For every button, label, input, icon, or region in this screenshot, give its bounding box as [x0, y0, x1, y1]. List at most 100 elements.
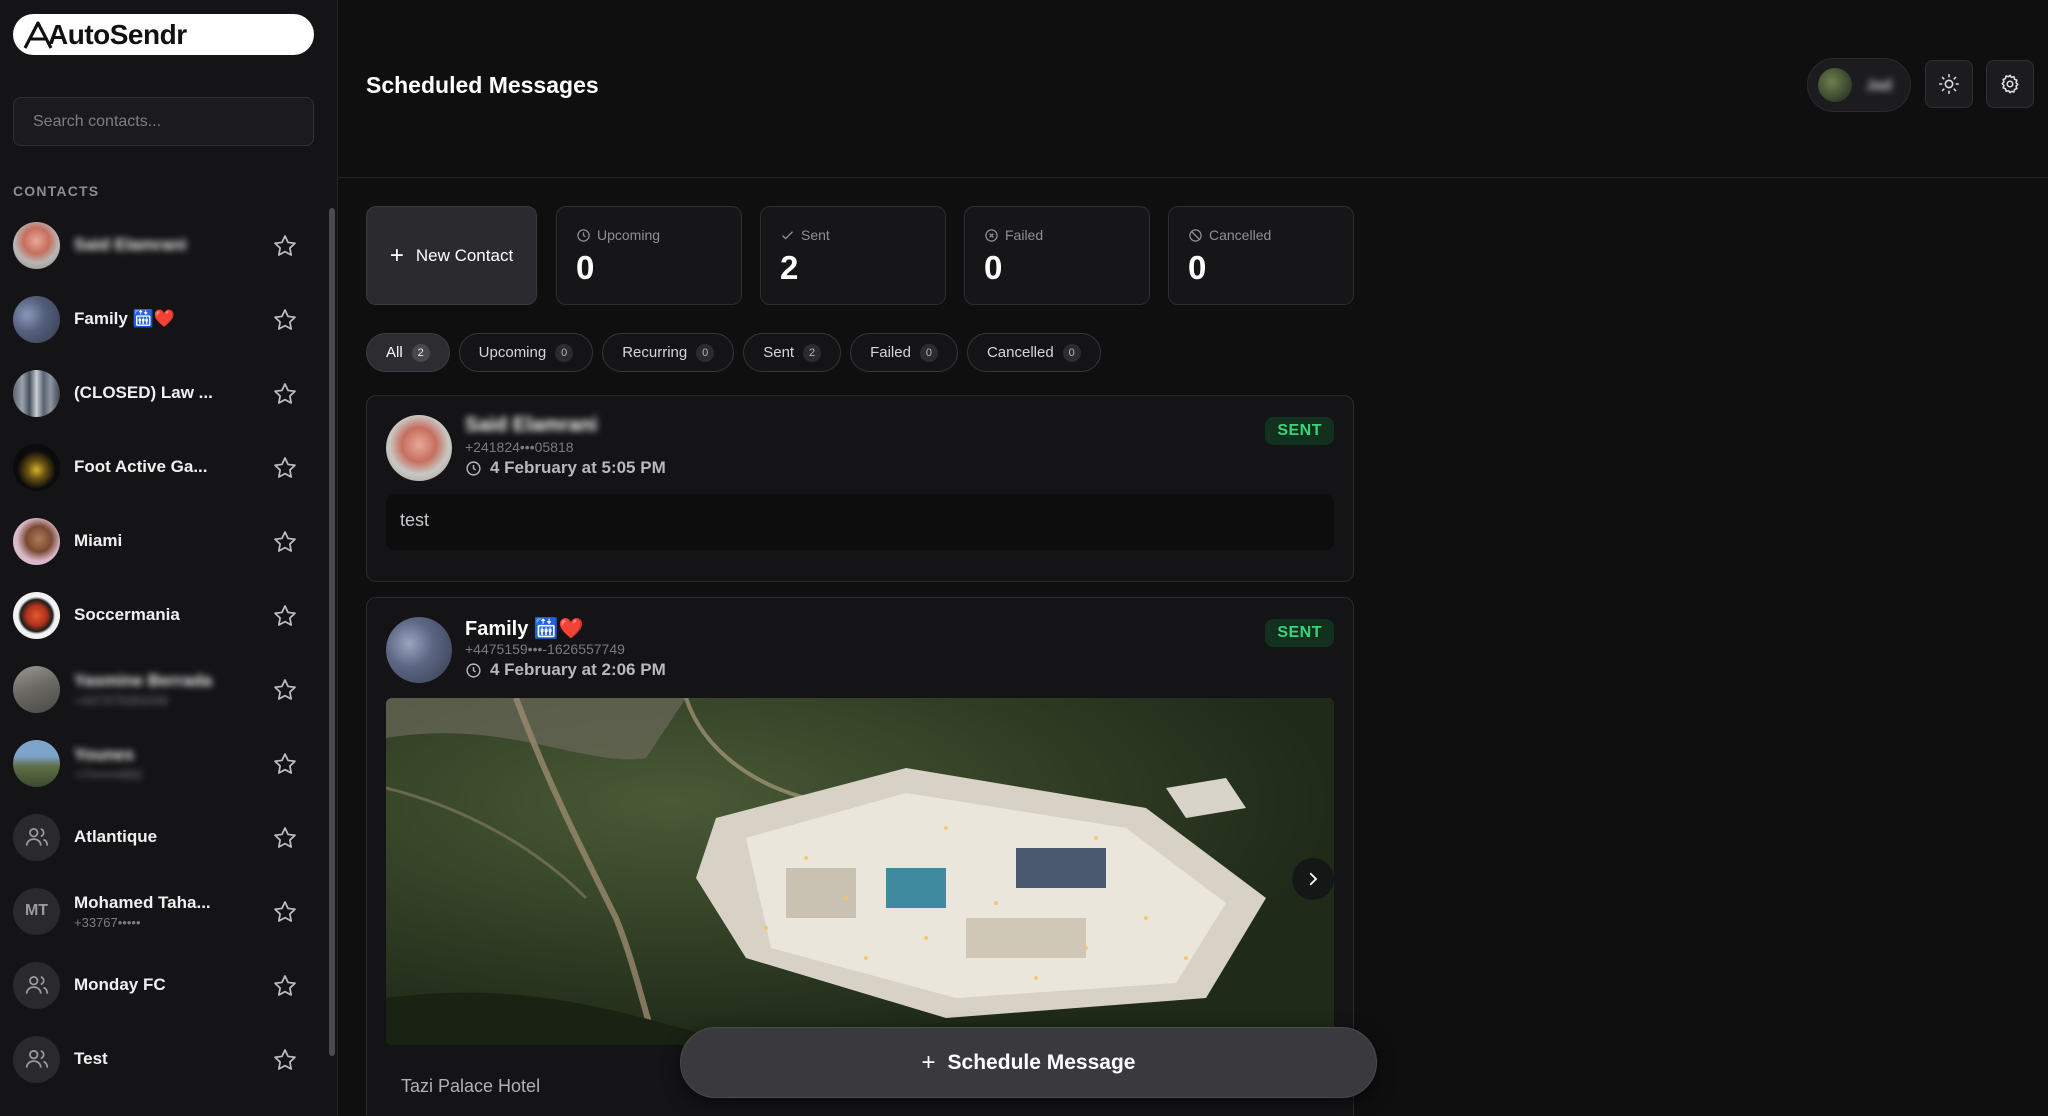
search-contacts-input[interactable] — [13, 97, 314, 146]
star-icon[interactable] — [272, 751, 298, 777]
contact-name: Younes — [74, 744, 135, 764]
star-icon[interactable] — [272, 677, 298, 703]
x-circle-icon — [985, 228, 998, 242]
hotel-aerial-image — [386, 698, 1334, 1045]
chevron-right-icon — [1309, 872, 1318, 886]
stat-card-failed: Failed 0 — [964, 206, 1150, 305]
contact-item[interactable]: Test — [0, 1022, 328, 1096]
new-contact-label: New Contact — [415, 245, 514, 265]
contact-item[interactable]: Foot Active Ga... — [0, 430, 328, 504]
filter-count: 0 — [1062, 343, 1081, 362]
contact-item[interactable]: Younes +7•••••••692 — [0, 726, 328, 800]
schedule-message-button[interactable]: + Schedule Message — [680, 1027, 1377, 1098]
filter-count: 0 — [696, 343, 715, 362]
filter-sent[interactable]: Sent 2 — [743, 333, 842, 372]
check-icon — [782, 230, 793, 240]
contact-phone: +33767••••• — [74, 914, 141, 930]
filter-count: 2 — [411, 343, 430, 362]
new-contact-button[interactable]: + New Contact — [366, 206, 537, 305]
filter-all[interactable]: All 2 — [366, 333, 450, 372]
gear-icon — [2001, 74, 2019, 94]
message-date: 4 February at 2:06 PM — [465, 660, 666, 680]
ban-icon — [1189, 228, 1202, 242]
filter-count: 0 — [919, 343, 938, 362]
contact-avatar — [13, 295, 60, 343]
contact-item[interactable]: Soccermania — [0, 578, 328, 652]
stat-card-sent: Sent 2 — [760, 206, 946, 305]
contact-item[interactable]: Monday FC — [0, 948, 328, 1022]
app-logo[interactable]: AutoSendr — [13, 14, 314, 55]
star-icon[interactable] — [272, 307, 298, 333]
star-icon[interactable] — [272, 529, 298, 555]
star-icon[interactable] — [272, 825, 298, 851]
sidebar-scrollbar[interactable] — [329, 208, 335, 1056]
contact-initials-avatar: MT — [13, 887, 60, 935]
contact-name: Monday FC — [74, 975, 166, 994]
contact-name: Mohamed Taha... — [74, 892, 211, 912]
plus-icon: + — [389, 241, 404, 269]
contact-avatar — [13, 369, 60, 417]
filter-label: Cancelled — [986, 344, 1054, 361]
contacts-heading: CONTACTS — [13, 183, 100, 199]
filter-label: All — [386, 344, 403, 361]
contact-avatar — [13, 665, 60, 713]
stat-label: Failed — [1005, 227, 1044, 243]
contact-item[interactable]: MT Mohamed Taha... +33767••••• — [0, 874, 328, 948]
plus-icon: + — [921, 1048, 936, 1076]
contact-name: Soccermania — [74, 605, 180, 624]
star-icon[interactable] — [272, 233, 298, 259]
contact-avatar — [13, 443, 60, 491]
star-icon[interactable] — [272, 603, 298, 629]
contact-name: Atlantique — [74, 827, 158, 846]
star-icon[interactable] — [272, 973, 298, 999]
image-next-button[interactable] — [1292, 858, 1334, 900]
user-name: Jad — [1866, 76, 1892, 94]
contact-name: Family 🛗❤️ — [74, 309, 175, 328]
clock-icon — [577, 228, 590, 242]
sidebar: AutoSendr CONTACTS Said Elamrani Family … — [0, 0, 338, 1116]
contact-item[interactable]: Miami — [0, 504, 328, 578]
group-icon — [13, 1035, 60, 1083]
theme-toggle-button[interactable] — [1925, 60, 1973, 108]
filter-cancelled[interactable]: Cancelled 0 — [966, 333, 1101, 372]
filter-label: Sent — [763, 344, 795, 361]
stat-label: Cancelled — [1209, 227, 1272, 243]
filter-failed[interactable]: Failed 0 — [850, 333, 958, 372]
filter-recurring[interactable]: Recurring 0 — [602, 333, 735, 372]
contact-name: Yasmine Berrada — [74, 670, 212, 690]
contact-item[interactable]: Atlantique — [0, 800, 328, 874]
settings-button[interactable] — [1986, 60, 2034, 108]
clock-icon — [466, 662, 481, 678]
contact-avatar — [13, 517, 60, 565]
contact-avatar — [13, 739, 60, 787]
filter-label: Recurring — [622, 344, 688, 361]
filter-count: 2 — [803, 343, 822, 362]
star-icon[interactable] — [272, 1047, 298, 1073]
logo-a-icon — [23, 20, 53, 50]
filter-upcoming[interactable]: Upcoming 0 — [458, 333, 594, 372]
message-avatar — [386, 617, 452, 683]
app-root: AutoSendr CONTACTS Said Elamrani Family … — [0, 0, 2048, 1116]
user-menu[interactable]: Jad — [1807, 58, 1911, 112]
contact-list: Said Elamrani Family 🛗❤️ (CLOSED) Law ..… — [0, 208, 328, 1096]
status-badge: SENT — [1265, 619, 1334, 647]
star-icon[interactable] — [272, 455, 298, 481]
top-header: Scheduled Messages Jad — [338, 0, 2048, 178]
sun-icon — [1939, 74, 1959, 94]
contact-item[interactable]: Family 🛗❤️ — [0, 282, 328, 356]
contact-name: Said Elamrani — [74, 235, 187, 254]
stat-value: 0 — [576, 249, 595, 286]
star-icon[interactable] — [272, 381, 298, 407]
star-icon[interactable] — [272, 899, 298, 925]
contact-item[interactable]: Yasmine Berrada +447375081030 — [0, 652, 328, 726]
filter-label: Upcoming — [478, 344, 547, 361]
status-badge: SENT — [1265, 417, 1334, 445]
message-image[interactable] — [386, 698, 1334, 1045]
contact-item[interactable]: (CLOSED) Law ... — [0, 356, 328, 430]
clock-icon — [466, 460, 481, 476]
contact-name: Foot Active Ga... — [74, 457, 208, 476]
stat-label: Upcoming — [597, 227, 661, 243]
contact-item[interactable]: Said Elamrani — [0, 208, 328, 282]
stat-label: Sent — [801, 227, 830, 243]
message-card[interactable]: Said Elamrani +241824•••05818 4 February… — [366, 395, 1354, 582]
